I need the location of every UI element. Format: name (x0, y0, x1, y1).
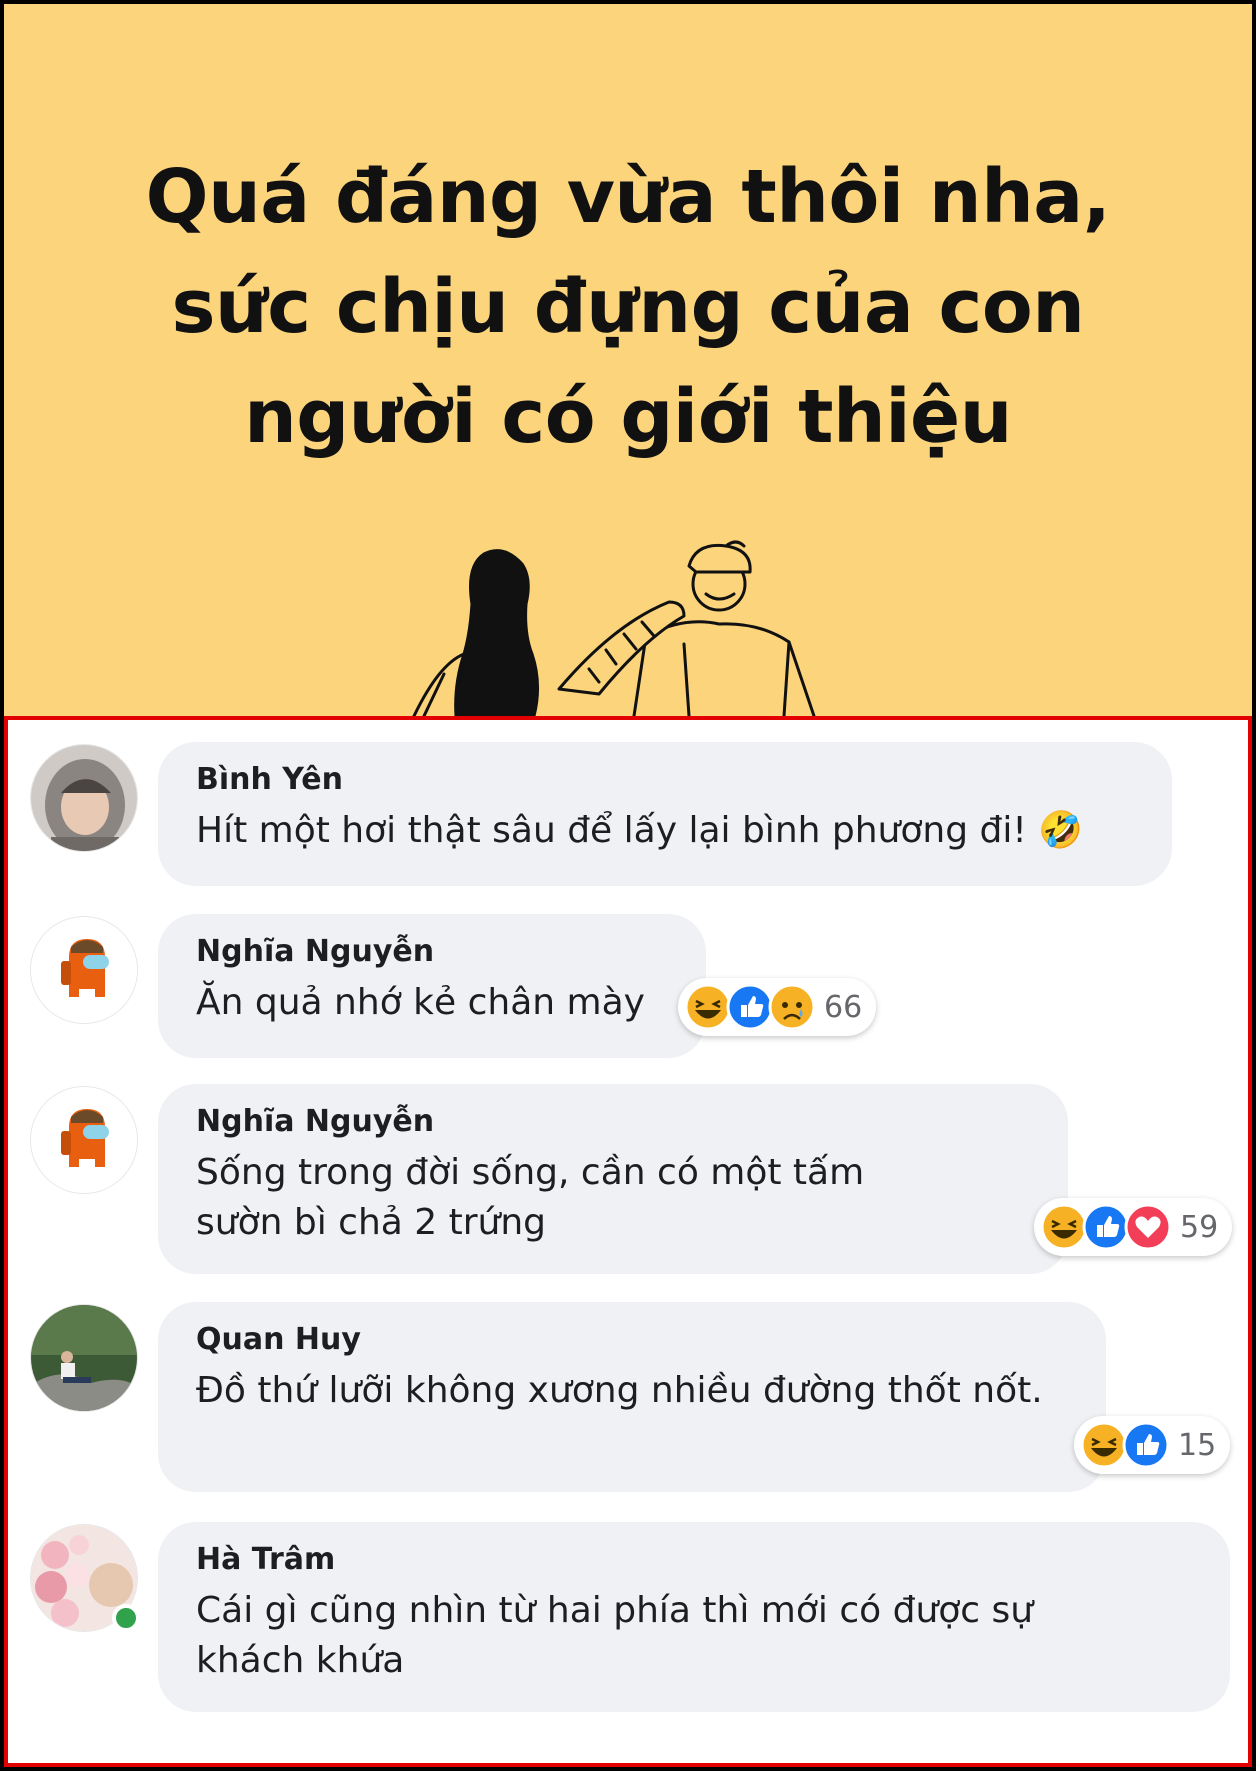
comment-author[interactable]: Hà Trâm (196, 1540, 1192, 1580)
reaction-count: 66 (824, 989, 863, 1025)
comment-bubble: Nghĩa Nguyễn Ăn quả nhớ kẻ chân mày (158, 914, 706, 1058)
comment: Nghĩa Nguyễn Sống trong đời sống, cần có… (8, 1084, 1248, 1280)
comment-bubble: Quan Huy Đồ thứ lưỡi không xương nhiều đ… (158, 1302, 1106, 1492)
haha-reaction-icon (684, 983, 732, 1031)
haha-reaction-icon (1040, 1203, 1088, 1251)
like-reaction-icon (726, 983, 774, 1031)
like-reaction-icon (1082, 1203, 1130, 1251)
comment-author[interactable]: Nghĩa Nguyễn (196, 1102, 1030, 1142)
reaction-count: 15 (1178, 1427, 1217, 1463)
screenshot-frame: Quá đáng vừa thôi nha, sức chịu đựng của… (4, 4, 1252, 1767)
comments-section: Bình Yên Hít một hơi thật sâu để lấy lại… (4, 716, 1252, 1767)
comment-author[interactable]: Nghĩa Nguyễn (196, 932, 668, 972)
comment-text: Hít một hơi thật sâu để lấy lại bình phư… (196, 810, 1084, 851)
online-status-icon (112, 1604, 140, 1632)
comment-author[interactable]: Bình Yên (196, 760, 1134, 800)
comment-bubble: Hà Trâm Cái gì cũng nhìn từ hai phía thì… (158, 1522, 1230, 1712)
comment: Nghĩa Nguyễn Ăn quả nhớ kẻ chân mày 66 (8, 914, 1248, 1058)
comment-text: Sống trong đời sống, cần có một tấm sườn… (196, 1152, 865, 1243)
comment-text: Ăn quả nhớ kẻ chân mày (196, 982, 645, 1023)
headline-line: sức chịu đựng của con (171, 264, 1085, 350)
reaction-summary[interactable]: 66 (678, 978, 877, 1036)
hooded-person-avatar[interactable] (30, 744, 138, 852)
man-on-rock-avatar[interactable] (30, 1304, 138, 1412)
reaction-summary[interactable]: 15 (1074, 1416, 1231, 1474)
two-friends-illustration (412, 540, 816, 716)
sad-reaction-icon (768, 983, 816, 1031)
love-reaction-icon (1124, 1203, 1172, 1251)
headline-line: người có giới thiệu (244, 374, 1012, 460)
reaction-summary[interactable]: 59 (1034, 1198, 1233, 1256)
post-headline: Quá đáng vừa thôi nha, sức chịu đựng của… (64, 142, 1192, 472)
comment-author[interactable]: Quan Huy (196, 1320, 1068, 1360)
comment: Bình Yên Hít một hơi thật sâu để lấy lại… (8, 742, 1248, 886)
among-us-crewmate-avatar[interactable] (30, 1086, 138, 1194)
comment: Hà Trâm Cái gì cũng nhìn từ hai phía thì… (8, 1522, 1248, 1718)
like-reaction-icon (1122, 1421, 1170, 1469)
comment: Quan Huy Đồ thứ lưỡi không xương nhiều đ… (8, 1302, 1248, 1498)
reaction-count: 59 (1180, 1209, 1219, 1245)
post-banner: Quá đáng vừa thôi nha, sức chịu đựng của… (4, 4, 1252, 716)
among-us-crewmate-avatar[interactable] (30, 916, 138, 1024)
comment-text: Cái gì cũng nhìn từ hai phía thì mới có … (196, 1590, 1034, 1681)
comment-text: Đồ thứ lưỡi không xương nhiều đường thốt… (196, 1370, 1043, 1411)
headline-line: Quá đáng vừa thôi nha, (145, 154, 1111, 240)
comment-bubble: Bình Yên Hít một hơi thật sâu để lấy lại… (158, 742, 1172, 886)
haha-reaction-icon (1080, 1421, 1128, 1469)
comment-bubble: Nghĩa Nguyễn Sống trong đời sống, cần có… (158, 1084, 1068, 1274)
